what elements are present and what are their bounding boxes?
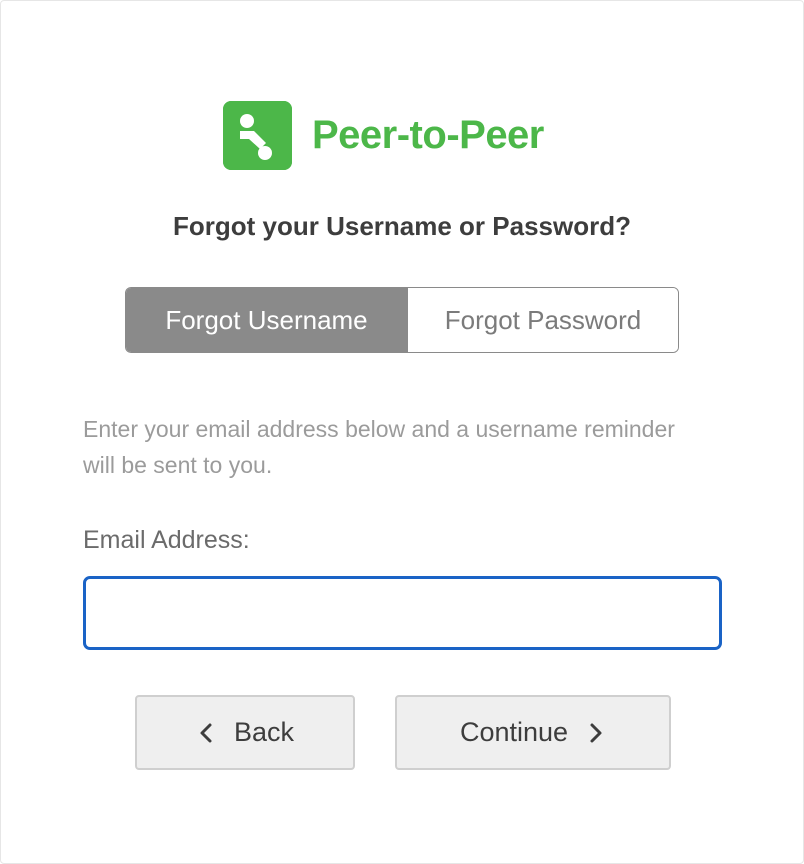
back-button[interactable]: Back — [135, 695, 355, 770]
chevron-left-icon — [200, 723, 212, 742]
back-button-label: Back — [233, 717, 295, 747]
continue-button[interactable]: Continue — [395, 695, 671, 770]
tab-forgot-username[interactable]: Forgot Username — [126, 288, 407, 352]
tab-forgot-password[interactable]: Forgot Password — [407, 288, 678, 352]
brand-header: Peer-to-Peer — [223, 101, 544, 170]
page-title: Forgot your Username or Password? — [173, 211, 631, 241]
mode-tabs: Forgot Username Forgot Password — [125, 287, 679, 353]
email-label: Email Address: — [83, 526, 250, 554]
peer-to-peer-logo-icon — [223, 101, 292, 170]
email-field[interactable] — [83, 576, 722, 650]
forgot-credentials-dialog: Peer-to-Peer Forgot your Username or Pas… — [0, 0, 804, 864]
brand-name: Peer-to-Peer — [312, 113, 544, 157]
chevron-right-icon — [590, 723, 602, 742]
continue-button-label: Continue — [459, 717, 569, 747]
instructions-text: Enter your email address below and a use… — [83, 416, 675, 478]
